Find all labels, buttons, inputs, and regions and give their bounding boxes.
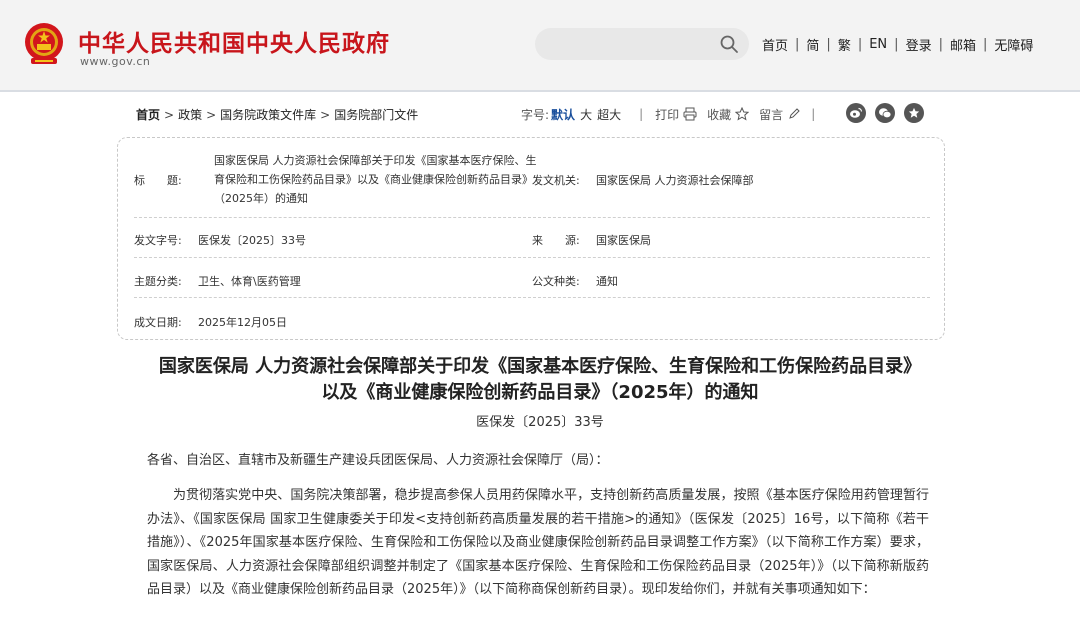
star-icon xyxy=(735,107,750,121)
nav-separator: | xyxy=(795,37,800,52)
header-divider xyxy=(0,90,1080,92)
document-number: 医保发〔2025〕33号 xyxy=(476,415,604,430)
issuer-value: 国家医保局 人力资源社会保障部 xyxy=(596,174,754,187)
article-toolbar: 字号: 默认 大 超大 | 打印 收藏 留言 | xyxy=(521,106,815,122)
breadcrumb-arrow: > xyxy=(206,107,217,122)
nav-separator: | xyxy=(938,37,943,52)
nav-separator: | xyxy=(826,37,831,52)
title-value: 国家医保局 人力资源社会保障部关于印发《国家基本医疗保险、生育保险和工伤保险药品… xyxy=(214,154,537,205)
topic-value: 卫生、体育\医药管理 xyxy=(198,275,301,288)
site-header: 中华人民共和国中央人民政府 www.gov.cn 首页 | 简 | 繁 | EN… xyxy=(0,0,1080,90)
search-input[interactable] xyxy=(535,28,749,60)
font-size-default[interactable]: 默认 xyxy=(551,106,575,123)
font-size-label: 字号: xyxy=(521,107,550,122)
pencil-icon xyxy=(789,108,800,119)
nav-separator: | xyxy=(982,37,988,52)
date-value: 2025年12月05日 xyxy=(198,316,287,329)
breadcrumb-policy[interactable]: 政策 xyxy=(178,106,202,123)
nav-separator: | xyxy=(894,37,899,52)
document-paragraph: 为贯彻落实党中央、国务院决策部署，稳步提高参保人员用药保障水平，支持创新药高质量… xyxy=(147,488,929,597)
print-label: 打印 xyxy=(655,107,680,122)
info-row-date: 成文日期: 2025年12月05日 xyxy=(134,298,930,338)
weibo-share-icon[interactable] xyxy=(846,103,866,123)
breadcrumb-home[interactable]: 首页 xyxy=(136,106,160,123)
wechat-share-icon[interactable] xyxy=(875,103,895,123)
nav-home[interactable]: 首页 xyxy=(762,35,788,54)
breadcrumb-policy-library[interactable]: 国务院政策文件库 xyxy=(220,106,316,123)
print-button[interactable]: 打印 xyxy=(655,106,697,123)
site-title[interactable]: 中华人民共和国中央人民政府 xyxy=(78,24,390,58)
nav-accessibility[interactable]: 无障碍 xyxy=(994,35,1033,54)
source-label: 来 源: xyxy=(532,234,580,247)
national-emblem-icon[interactable] xyxy=(23,22,65,66)
favorite-label: 收藏 xyxy=(707,107,732,122)
toolbar-divider: | xyxy=(811,107,816,121)
document-salutation: 各省、自治区、直辖市及新疆生产建设兵团医保局、人力资源社会保障厅（局）： xyxy=(147,453,609,468)
favorite-button[interactable]: 收藏 xyxy=(707,106,750,123)
nav-mail[interactable]: 邮箱 xyxy=(950,35,976,54)
type-label: 公文种类: xyxy=(532,275,580,288)
printer-icon xyxy=(683,107,697,121)
site-url[interactable]: www.gov.cn xyxy=(80,55,150,68)
source-value: 国家医保局 xyxy=(596,234,651,247)
nav-traditional[interactable]: 繁 xyxy=(838,35,851,54)
breadcrumb: 首页 > 政策 > 国务院政策文件库 > 国务院部门文件 xyxy=(136,106,418,123)
document-info-box: 标 题: 国家医保局 人力资源社会保障部关于印发《国家基本医疗保险、生育保险和工… xyxy=(117,137,945,340)
top-nav: 首页 | 简 | 繁 | EN | 登录 | 邮箱 | 无障碍 xyxy=(762,35,1033,54)
type-value: 通知 xyxy=(596,275,618,288)
comment-label: 留言 xyxy=(759,107,784,122)
title-label: 标 题: xyxy=(134,174,182,187)
favorite-star-share-icon[interactable] xyxy=(904,103,924,123)
nav-login[interactable]: 登录 xyxy=(906,35,932,54)
nav-english[interactable]: EN xyxy=(869,37,887,52)
info-row-title: 标 题: 国家医保局 人力资源社会保障部关于印发《国家基本医疗保险、生育保险和工… xyxy=(134,138,930,218)
issuer-label: 发文机关: xyxy=(532,174,580,187)
topic-label: 主题分类: xyxy=(134,275,182,288)
font-size-extra-large[interactable]: 超大 xyxy=(597,106,621,123)
info-row-docno: 发文字号: 医保发〔2025〕33号 来 源: 国家医保局 xyxy=(134,218,930,258)
share-buttons xyxy=(846,103,933,123)
breadcrumb-arrow: > xyxy=(164,107,175,122)
search-icon[interactable] xyxy=(719,34,739,54)
comment-button[interactable]: 留言 xyxy=(759,106,801,123)
toolbar-divider: | xyxy=(639,107,644,121)
breadcrumb-department-docs[interactable]: 国务院部门文件 xyxy=(334,106,418,123)
nav-separator: | xyxy=(857,37,863,52)
document-title: 国家医保局 人力资源社会保障部关于印发《国家基本医疗保险、生育保险和工伤保险药品… xyxy=(158,356,922,403)
doc-no-value: 医保发〔2025〕33号 xyxy=(198,234,306,247)
info-row-topic: 主题分类: 卫生、体育\医药管理 公文种类: 通知 xyxy=(134,258,930,298)
nav-simplified[interactable]: 简 xyxy=(806,35,819,54)
breadcrumb-arrow: > xyxy=(320,107,331,122)
font-size-large[interactable]: 大 xyxy=(580,106,592,123)
date-label: 成文日期: xyxy=(134,316,182,329)
doc-no-label: 发文字号: xyxy=(134,234,182,247)
